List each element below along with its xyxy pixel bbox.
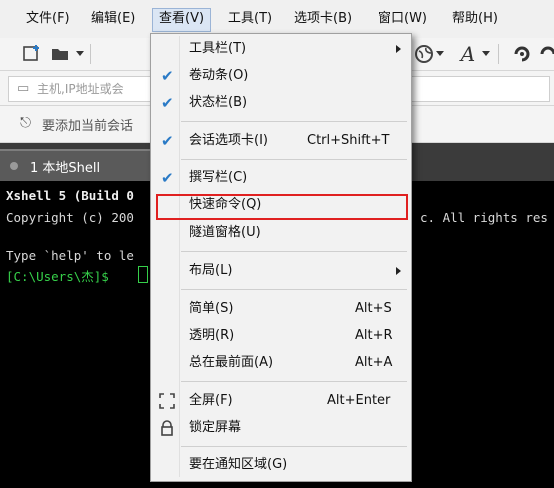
submenu-arrow-icon [396, 45, 401, 53]
checkmark-icon: ✔ [161, 94, 174, 112]
bookmark-icon: ▭ [17, 81, 30, 96]
menu-item-shortcut: Alt+A [355, 355, 393, 370]
menu-item-statusbar[interactable]: ✔ 状态栏(B) [151, 90, 409, 116]
session-hint-text: 要添加当前会话 [42, 119, 134, 134]
xftp-icon[interactable] [538, 44, 554, 64]
menu-item-notification-area[interactable]: 要在通知区域(G) [151, 452, 409, 478]
host-address-placeholder: 主机,IP地址或会 [37, 82, 124, 96]
menu-edit[interactable]: 编辑(E) [85, 8, 141, 30]
menu-item-label: 总在最前面(A) [189, 355, 274, 370]
menu-item-shortcut: Alt+R [355, 328, 393, 343]
menu-item-scrollbar[interactable]: ✔ 卷动条(O) [151, 63, 409, 89]
toolbar-divider [90, 44, 91, 64]
xshell-icon[interactable] [512, 44, 532, 64]
menu-item-shortcut: Alt+Enter [327, 393, 391, 408]
checkmark-icon: ✔ [161, 132, 174, 150]
menu-item-label: 状态栏(B) [189, 95, 248, 110]
highlight-box [156, 194, 408, 220]
fullscreen-icon [159, 388, 175, 418]
menu-item-toolbar[interactable]: 工具栏(T) [151, 36, 409, 62]
menu-item-shortcut: Ctrl+Shift+T [307, 133, 390, 148]
terminal-cursor [138, 266, 148, 283]
tab-local-shell[interactable]: 1 本地Shell [0, 149, 152, 183]
menu-item-always-on-top[interactable]: 总在最前面(A) Alt+A [151, 350, 409, 376]
checkmark-icon: ✔ [161, 67, 174, 85]
menu-item-compose-bar[interactable]: ✔ 撰写栏(C) [151, 165, 409, 191]
menu-separator [181, 446, 407, 447]
tab-label: 1 本地Shell [30, 161, 101, 176]
menu-item-label: 撰写栏(C) [189, 170, 248, 185]
add-session-icon[interactable]: ⎋ [20, 115, 31, 131]
menu-item-tunnel-pane[interactable]: 隧道窗格(U) [151, 220, 409, 246]
menu-item-session-tabs[interactable]: ✔ 会话选项卡(I) Ctrl+Shift+T [151, 128, 409, 154]
menu-window[interactable]: 窗口(W) [372, 8, 433, 30]
menu-tabs[interactable]: 选项卡(B) [288, 8, 358, 30]
submenu-arrow-icon [396, 267, 401, 275]
chevron-down-icon[interactable] [436, 51, 444, 56]
menu-separator [181, 289, 407, 290]
terminal-line: Xshell 5 (Build 0 [6, 188, 134, 203]
menu-item-label: 隧道窗格(U) [189, 225, 261, 240]
menu-item-fullscreen[interactable]: 全屏(F) Alt+Enter [151, 388, 409, 414]
menu-separator [181, 381, 407, 382]
menu-item-transparent[interactable]: 透明(R) Alt+R [151, 323, 409, 349]
menu-separator [181, 121, 407, 122]
checkmark-icon: ✔ [161, 169, 174, 187]
menu-item-layout[interactable]: 布局(L) [151, 258, 409, 284]
menu-file[interactable]: 文件(F) [20, 8, 76, 30]
chevron-down-icon[interactable] [76, 51, 84, 56]
menu-item-label: 会话选项卡(I) [189, 133, 268, 148]
terminal-line-fragment: c. All rights res [420, 210, 548, 225]
menu-item-label: 全屏(F) [189, 393, 233, 408]
menu-tools[interactable]: 工具(T) [222, 8, 278, 30]
menu-item-label: 工具栏(T) [189, 41, 247, 56]
menu-item-simple[interactable]: 简单(S) Alt+S [151, 296, 409, 322]
terminal-prompt: [C:\Users\杰]$ [6, 269, 117, 284]
menu-item-label: 透明(R) [189, 328, 235, 343]
terminal-line: Copyright (c) 200 [6, 210, 134, 225]
terminal-line: Type `help' to le [6, 248, 134, 263]
menu-view[interactable]: 查看(V) [152, 8, 212, 32]
menu-separator [181, 251, 407, 252]
globe-icon[interactable] [414, 44, 434, 64]
menu-item-label: 要在通知区域(G) [189, 457, 288, 472]
toolbar-divider [498, 44, 499, 64]
new-session-icon[interactable] [22, 44, 42, 64]
menu-item-shortcut: Alt+S [355, 301, 392, 316]
lock-icon [159, 415, 175, 445]
open-folder-icon[interactable] [50, 44, 70, 64]
menu-help[interactable]: 帮助(H) [446, 8, 504, 30]
menu-separator [181, 159, 407, 160]
menu-item-label: 锁定屏幕 [189, 420, 242, 435]
menu-item-label: 简单(S) [189, 301, 234, 316]
menu-item-label: 卷动条(O) [189, 68, 249, 83]
view-menu-dropdown: 工具栏(T) ✔ 卷动条(O) ✔ 状态栏(B) ✔ 会话选项卡(I) Ctrl… [150, 33, 412, 482]
chevron-down-icon[interactable] [482, 51, 490, 56]
font-icon[interactable]: A [458, 44, 478, 64]
session-status-dot [10, 162, 18, 170]
menu-item-label: 布局(L) [189, 263, 233, 278]
menu-item-lock-screen[interactable]: 锁定屏幕 [151, 415, 409, 441]
